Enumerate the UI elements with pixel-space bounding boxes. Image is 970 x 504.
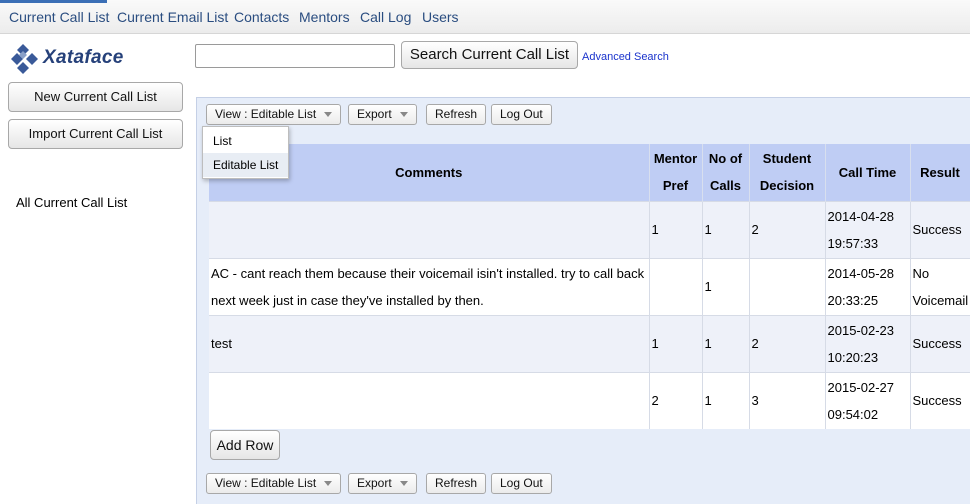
cell-result[interactable]: Success: [910, 371, 970, 429]
records-table: Comments Mentor Pref No of Calls Student De…: [209, 144, 970, 429]
tab-call-log[interactable]: Call Log: [360, 9, 411, 25]
cell-mentor-pref[interactable]: 1: [649, 200, 703, 258]
cell-no-of-calls[interactable]: 1: [702, 200, 750, 258]
refresh-button[interactable]: Refresh: [426, 104, 487, 125]
table-row[interactable]: 1 1 2 2014-04-28 19:57:33 Success: [209, 200, 970, 258]
chevron-down-icon: [399, 112, 408, 118]
cell-call-time[interactable]: 2015-02-27 09:54:02: [825, 371, 911, 429]
column-header-mentor-pref[interactable]: Mentor Pref: [649, 144, 703, 201]
all-records-link[interactable]: All Current Call List: [16, 195, 127, 210]
table-row[interactable]: test 1 1 2 2015-02-23 10:20:23 Success: [209, 314, 970, 372]
chevron-down-icon: [399, 481, 408, 487]
search-button[interactable]: Search Current Call List: [401, 41, 578, 69]
import-records-button[interactable]: Import Current Call List: [8, 119, 183, 149]
tab-users[interactable]: Users: [422, 9, 459, 25]
refresh-button-bottom[interactable]: Refresh: [426, 473, 487, 494]
cell-student-decision[interactable]: 2: [749, 200, 826, 258]
cell-student-decision[interactable]: [749, 257, 826, 315]
cell-result[interactable]: Success: [910, 200, 970, 258]
cell-result[interactable]: Success: [910, 314, 970, 372]
new-record-button[interactable]: New Current Call List: [8, 82, 183, 112]
cell-mentor-pref[interactable]: 1: [649, 314, 703, 372]
view-dropdown-menu: List Editable List: [202, 126, 289, 179]
cell-comments[interactable]: [209, 200, 650, 258]
view-dropdown-button[interactable]: View : Editable List: [206, 104, 342, 125]
tab-current-call-list[interactable]: Current Call List: [9, 9, 109, 25]
cell-mentor-pref[interactable]: [649, 257, 703, 315]
cell-student-decision[interactable]: 3: [749, 371, 826, 429]
export-dropdown-button-bottom[interactable]: Export: [348, 473, 417, 494]
chevron-down-icon: [324, 481, 333, 487]
tab-mentors[interactable]: Mentors: [299, 9, 350, 25]
column-header-no-of-calls[interactable]: No of Calls: [702, 144, 750, 201]
active-tab-indicator: [0, 0, 107, 3]
menu-item-list[interactable]: List: [203, 129, 288, 153]
table-row[interactable]: 2 1 3 2015-02-27 09:54:02 Success: [209, 371, 970, 429]
advanced-search-link[interactable]: Advanced Search: [582, 51, 669, 63]
tab-current-email-list[interactable]: Current Email List: [117, 9, 228, 25]
view-dropdown-label: View : Editable List: [215, 107, 317, 121]
cell-comments[interactable]: test: [209, 314, 650, 372]
cell-result[interactable]: No Voicemail: [910, 257, 970, 315]
cell-call-time[interactable]: 2014-04-28 19:57:33: [825, 200, 911, 258]
export-dropdown-button[interactable]: Export: [348, 104, 417, 125]
logo-text: Xataface: [43, 47, 124, 68]
cell-student-decision[interactable]: 2: [749, 314, 826, 372]
menu-item-editable-list[interactable]: Editable List: [203, 153, 288, 177]
table-row[interactable]: AC - cant reach them because their voice…: [209, 257, 970, 315]
export-label: Export: [357, 476, 392, 490]
column-header-result[interactable]: Result: [910, 144, 970, 201]
cell-call-time[interactable]: 2015-02-23 10:20:23: [825, 314, 911, 372]
add-row-button[interactable]: Add Row: [210, 430, 280, 460]
cell-call-time[interactable]: 2014-05-28 20:33:25: [825, 257, 911, 315]
column-header-call-time[interactable]: Call Time: [825, 144, 911, 201]
cell-comments[interactable]: AC - cant reach them because their voice…: [209, 257, 650, 315]
cell-no-of-calls[interactable]: 1: [702, 371, 750, 429]
export-label: Export: [357, 107, 392, 121]
logout-button[interactable]: Log Out: [491, 104, 552, 125]
cell-mentor-pref[interactable]: 2: [649, 371, 703, 429]
tab-contacts[interactable]: Contacts: [234, 9, 289, 25]
view-dropdown-button-bottom[interactable]: View : Editable List: [206, 473, 342, 494]
logout-button-bottom[interactable]: Log Out: [491, 473, 552, 494]
view-dropdown-label: View : Editable List: [215, 476, 317, 490]
top-nav: Current Call List Current Email List Con…: [0, 0, 970, 34]
cell-no-of-calls[interactable]: 1: [702, 314, 750, 372]
cell-no-of-calls[interactable]: 1: [702, 257, 750, 315]
cell-comments[interactable]: [209, 371, 650, 429]
chevron-down-icon: [324, 112, 333, 118]
column-header-student-decision[interactable]: Student Decision: [749, 144, 826, 201]
search-input[interactable]: [195, 44, 395, 68]
